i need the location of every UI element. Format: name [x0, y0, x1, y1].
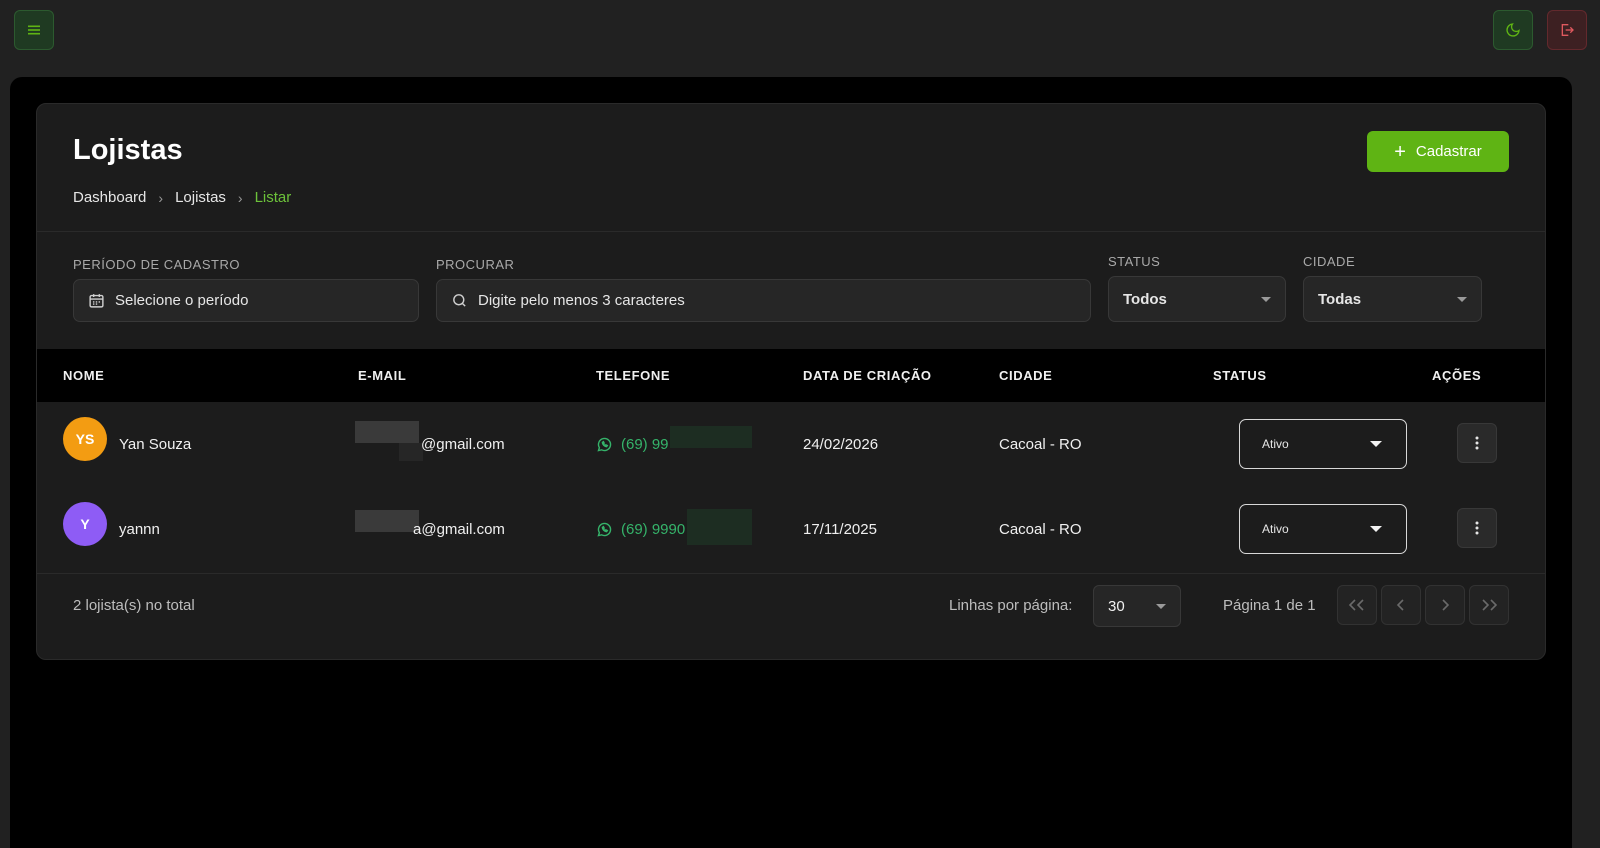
redaction [355, 421, 419, 443]
row-actions-button[interactable] [1457, 508, 1497, 548]
status-select-value: Todos [1123, 290, 1167, 308]
more-vertical-icon [1475, 521, 1479, 535]
first-page-button[interactable] [1337, 585, 1377, 625]
chevrons-right-icon [1482, 599, 1498, 611]
prev-page-button[interactable] [1381, 585, 1421, 625]
table-row: YS Yan Souza @gmail.com (69) 99 24/02/20… [37, 402, 1545, 487]
menu-button[interactable] [14, 10, 54, 50]
avatar-initials: YS [75, 431, 95, 447]
caret-down-icon [1457, 296, 1467, 302]
breadcrumb: Dashboard › Lojistas › Listar [73, 189, 291, 206]
table-header: NOME E-MAIL TELEFONE DATA DE CRIAÇÃO CID… [37, 349, 1545, 402]
row-phone-text: (69) 9990 [621, 521, 686, 538]
breadcrumb-dashboard[interactable]: Dashboard [73, 189, 146, 206]
plus-icon: + [1394, 140, 1406, 163]
col-status: STATUS [1213, 368, 1267, 383]
search-label: PROCURAR [436, 257, 515, 272]
chevron-right-icon [1442, 599, 1450, 611]
period-picker[interactable]: Selecione o período [73, 279, 419, 322]
chevron-left-icon [1396, 599, 1404, 611]
caret-down-icon [1156, 603, 1166, 609]
city-select-value: Todas [1318, 290, 1362, 308]
row-phone[interactable]: (69) 9990 [596, 487, 685, 572]
divider [37, 231, 1545, 232]
whatsapp-icon [597, 522, 612, 537]
chevron-right-icon: › [237, 189, 243, 206]
row-city: Cacoal - RO [999, 521, 1082, 538]
calendar-icon [88, 292, 105, 309]
row-status-value: Ativo [1262, 522, 1289, 536]
breadcrumb-listar: Listar [254, 189, 292, 206]
caret-down-icon [1370, 526, 1382, 532]
table-row: Y yannn a@gmail.com (69) 9990 17/11/2025… [37, 487, 1545, 572]
col-telefone: TELEFONE [596, 368, 671, 383]
theme-toggle-button[interactable] [1493, 10, 1533, 50]
create-button-label: Cadastrar [1415, 143, 1482, 160]
row-status-value: Ativo [1262, 437, 1289, 451]
page-title: Lojistas [73, 134, 183, 166]
logout-icon [1561, 24, 1574, 36]
rows-per-page-value: 30 [1108, 597, 1125, 615]
redaction [355, 510, 419, 532]
divider [37, 573, 1545, 574]
lojistas-card: Lojistas Dashboard › Lojistas › Listar +… [36, 103, 1546, 660]
last-page-button[interactable] [1469, 585, 1509, 625]
total-count: 2 lojista(s) no total [73, 597, 195, 614]
page-info: Página 1 de 1 [1223, 597, 1316, 614]
breadcrumb-lojistas[interactable]: Lojistas [175, 189, 226, 206]
rows-per-page-select[interactable]: 30 [1093, 585, 1181, 627]
row-actions-button[interactable] [1457, 423, 1497, 463]
row-status-select[interactable]: Ativo [1239, 419, 1407, 469]
search-placeholder: Digite pelo menos 3 caracteres [478, 292, 685, 309]
redaction [687, 509, 752, 545]
search-icon [451, 292, 468, 309]
hamburger-icon [28, 25, 40, 35]
period-placeholder: Selecione o período [115, 292, 249, 309]
caret-down-icon [1261, 296, 1271, 302]
redaction [670, 426, 752, 448]
status-select[interactable]: Todos [1108, 276, 1286, 322]
city-select[interactable]: Todas [1303, 276, 1482, 322]
avatar: Y [63, 502, 107, 546]
col-acoes: AÇÕES [1432, 368, 1482, 383]
caret-down-icon [1370, 441, 1382, 447]
moon-icon [1506, 23, 1520, 37]
city-label: CIDADE [1303, 254, 1356, 269]
row-email: @gmail.com [421, 436, 505, 453]
col-data-criacao: DATA DE CRIAÇÃO [803, 368, 932, 383]
avatar-initials: Y [80, 516, 90, 532]
create-button[interactable]: + Cadastrar [1367, 131, 1509, 172]
row-phone[interactable]: (69) 99 [596, 402, 669, 487]
more-vertical-icon [1475, 436, 1479, 450]
row-city: Cacoal - RO [999, 436, 1082, 453]
chevron-right-icon: › [158, 189, 164, 206]
next-page-button[interactable] [1425, 585, 1465, 625]
row-created: 24/02/2026 [803, 436, 879, 453]
chevrons-left-icon [1348, 599, 1364, 611]
row-name: yannn [119, 521, 160, 538]
redaction [399, 443, 423, 461]
row-status-select[interactable]: Ativo [1239, 504, 1407, 554]
col-cidade: CIDADE [999, 368, 1053, 383]
rows-per-page-label: Linhas por página: [949, 597, 1073, 614]
whatsapp-icon [597, 437, 612, 452]
status-label: STATUS [1108, 254, 1161, 269]
period-label: PERÍODO DE CADASTRO [73, 257, 240, 272]
col-email: E-MAIL [358, 368, 407, 383]
row-email: a@gmail.com [413, 521, 505, 538]
search-input[interactable]: Digite pelo menos 3 caracteres [436, 279, 1091, 322]
avatar: YS [63, 417, 107, 461]
col-nome: NOME [63, 368, 105, 383]
row-phone-text: (69) 99 [621, 436, 669, 453]
row-created: 17/11/2025 [803, 521, 877, 538]
row-name: Yan Souza [119, 436, 192, 453]
logout-button[interactable] [1547, 10, 1587, 50]
